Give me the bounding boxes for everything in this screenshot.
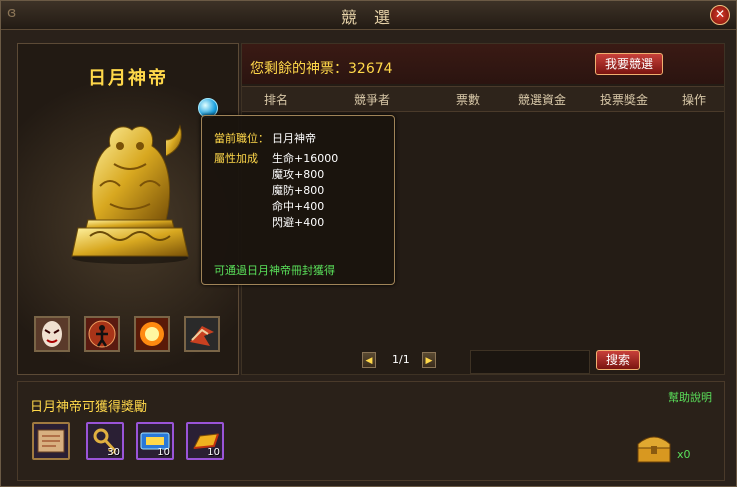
table-header: 排名 競爭者 票數 競選資金 投票獎金 操作 bbox=[242, 86, 724, 112]
reward-item-gold-bar[interactable]: 10 bbox=[186, 422, 224, 460]
run-for-election-button[interactable]: 我要競選 bbox=[595, 53, 663, 75]
col-funds: 競選資金 bbox=[518, 93, 567, 107]
left-arrow-icon: ◀ bbox=[365, 356, 373, 366]
votes-bar: 您剩餘的神票：32674 我要競選 bbox=[242, 44, 724, 84]
reward-item-scroll[interactable] bbox=[32, 422, 70, 460]
tooltip-attr: 生命+16000 bbox=[272, 152, 339, 165]
mask-skill-icon[interactable] bbox=[34, 316, 70, 352]
tooltip-attr: 魔攻+800 bbox=[272, 168, 325, 181]
search-button[interactable]: 搜索 bbox=[596, 350, 640, 370]
tooltip-position-value: 日月神帝 bbox=[272, 132, 316, 145]
figure-skill-icon[interactable] bbox=[84, 316, 120, 352]
treasure-chest-icon[interactable] bbox=[636, 432, 672, 464]
tooltip-attr: 命中+400 bbox=[272, 200, 325, 213]
tooltip-attr-label: 屬性加成 bbox=[214, 152, 258, 165]
remaining-votes: 您剩餘的神票：32674 bbox=[250, 61, 393, 77]
rewards-panel: 日月神帝可獲得獎勵 幫助說明 30 10 10 x0 bbox=[17, 381, 725, 481]
item-count: 10 bbox=[157, 447, 170, 458]
reward-item-key[interactable]: 30 bbox=[86, 422, 124, 460]
right-arrow-icon: ▶ bbox=[425, 356, 433, 366]
next-page-button[interactable]: ▶ bbox=[422, 352, 436, 368]
col-bonus: 投票獎金 bbox=[600, 93, 649, 107]
col-rank: 排名 bbox=[264, 93, 289, 107]
golden-lion-statue bbox=[71, 124, 189, 264]
hero-title: 日月神帝 bbox=[88, 68, 168, 89]
search-input[interactable] bbox=[470, 350, 590, 374]
window-title: 競 選 bbox=[340, 8, 397, 27]
rewards-title: 日月神帝可獲得獎勵 bbox=[30, 400, 148, 415]
item-count: 30 bbox=[107, 447, 120, 458]
prev-page-button[interactable]: ◀ bbox=[362, 352, 376, 368]
explosion-skill-icon[interactable] bbox=[134, 316, 170, 352]
col-competitor: 競爭者 bbox=[354, 93, 391, 107]
close-button[interactable]: ✕ bbox=[710, 5, 730, 25]
reward-item-ticket[interactable]: 10 bbox=[136, 422, 174, 460]
close-icon: ✕ bbox=[714, 7, 726, 21]
help-link[interactable]: 幫助說明 bbox=[668, 389, 712, 405]
page-indicator: 1/1 bbox=[392, 353, 410, 366]
title-bar[interactable]: ɞ 競 選 ✕ bbox=[1, 1, 736, 30]
item-count: 10 bbox=[207, 447, 220, 458]
tooltip-attr: 閃避+400 bbox=[272, 216, 325, 229]
col-action: 操作 bbox=[682, 93, 707, 107]
hero-tooltip: 當前職位： 日月神帝 屬性加成 生命+16000 魔攻+800 魔防+800 命… bbox=[201, 115, 395, 285]
tooltip-note: 可通過日月神帝冊封獲得 bbox=[214, 264, 335, 277]
bird-skill-icon[interactable] bbox=[184, 316, 220, 352]
tooltip-attr: 魔防+800 bbox=[272, 184, 325, 197]
election-window: ɞ 競 選 ✕ 日月神帝 您剩餘的神票：32674 我要競選 排名 競爭者 票數… bbox=[0, 0, 737, 487]
tooltip-position-label: 當前職位： bbox=[214, 132, 269, 145]
col-votes: 票數 bbox=[456, 93, 481, 107]
scroll-icon bbox=[37, 429, 65, 453]
chest-count: x0 bbox=[677, 448, 691, 461]
